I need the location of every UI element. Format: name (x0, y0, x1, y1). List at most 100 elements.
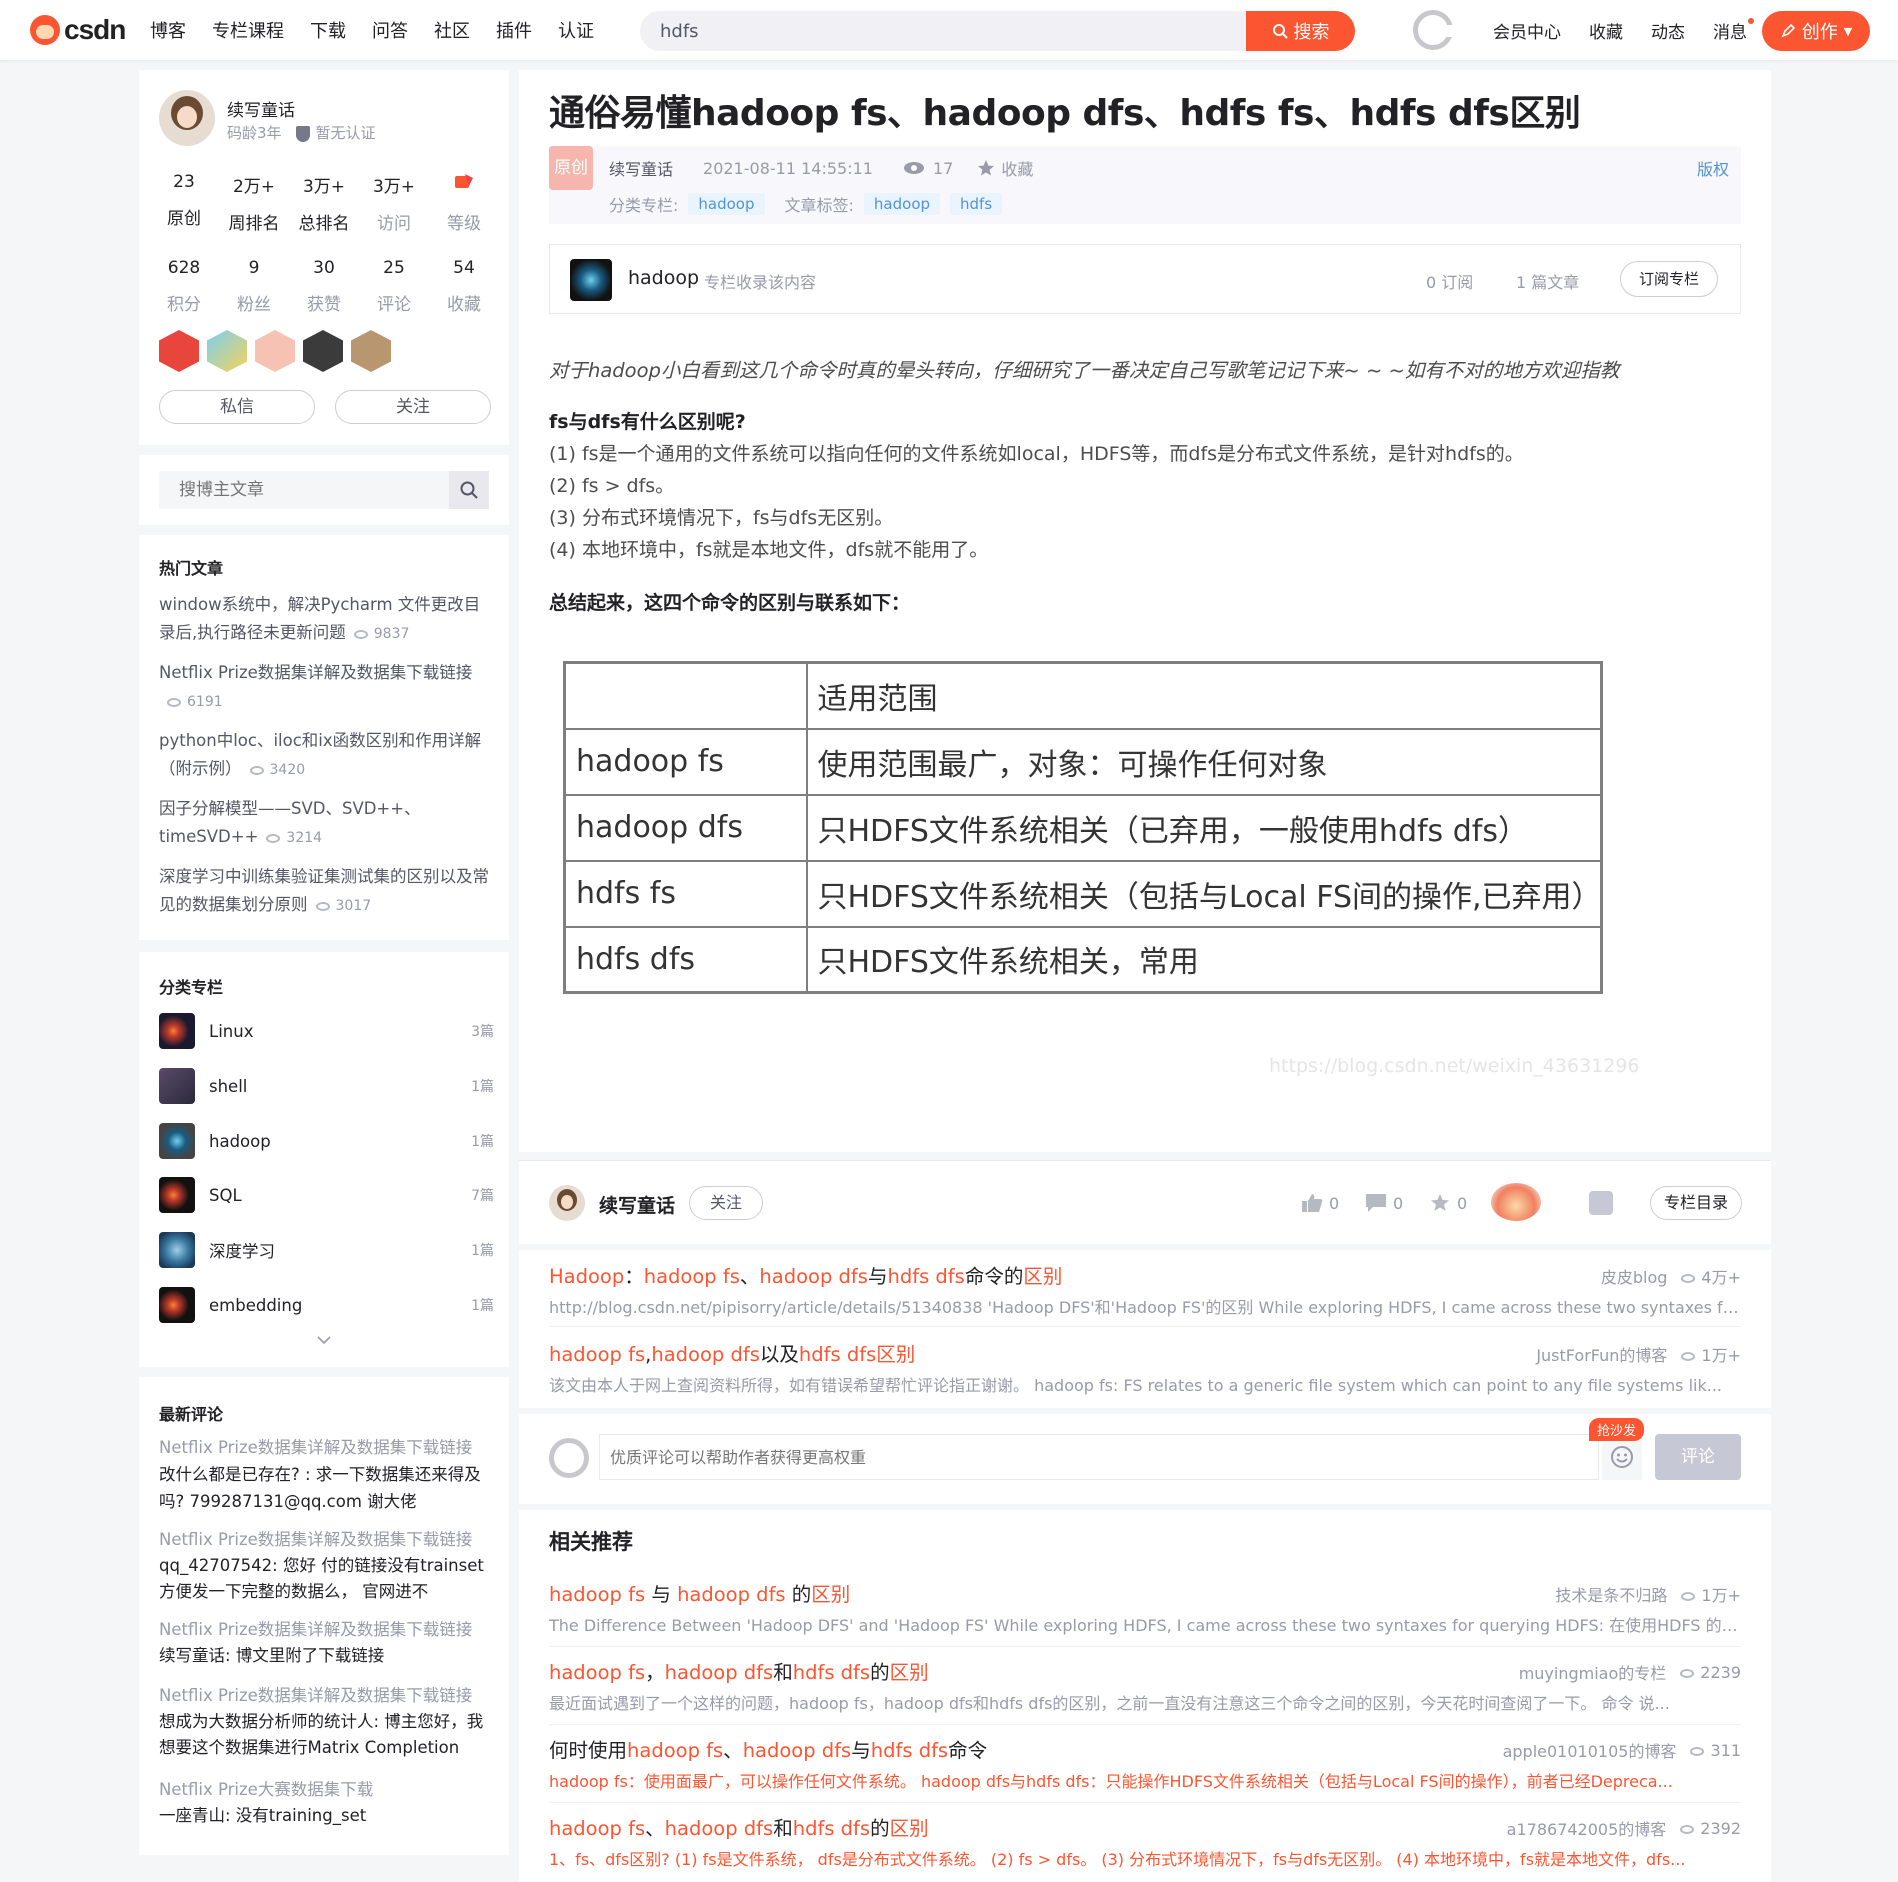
hot-article-item[interactable]: Netflix Prize数据集详解及数据集下载链接 6191 (159, 659, 494, 716)
article-intro: 对于hadoop小白看到这几个命令时真的晕头转向，仔细研究了一番决定自己写歌笔记… (549, 359, 1620, 382)
link-vip-center[interactable]: 会员中心 (1493, 18, 1561, 43)
search-button[interactable]: 搜索 (1246, 11, 1355, 51)
eye-icon (249, 765, 264, 775)
comment-item[interactable]: Netflix Prize大赛数据集下载 一座青山: 没有training_set (159, 1777, 499, 1829)
badge-icon[interactable] (351, 330, 391, 372)
nav-certification[interactable]: 认证 (558, 17, 594, 43)
column-item-shell[interactable]: shell 1篇 (159, 1067, 494, 1105)
link-activity[interactable]: 动态 (1651, 18, 1685, 43)
badge-icon[interactable] (159, 330, 199, 372)
submit-comment-button[interactable]: 评论 (1655, 1434, 1741, 1480)
column-article-count: 1 篇文章 (1516, 273, 1580, 292)
author-name[interactable]: 续写童话 (227, 96, 295, 121)
comment-item[interactable]: Netflix Prize数据集详解及数据集下载链接 改什么都是已存在? : 求一… (159, 1435, 499, 1515)
link-messages[interactable]: 消息 (1713, 17, 1754, 43)
column-item-deep-learning[interactable]: 深度学习 1篇 (159, 1231, 494, 1269)
nav-qa[interactable]: 问答 (372, 17, 408, 43)
code-age: 码龄3年 (227, 124, 282, 142)
category-tag[interactable]: hadoop (688, 193, 765, 215)
recommend-item[interactable]: hadoop fs、hadoop dfs和hdfs dfs的区别 a178674… (549, 1802, 1741, 1880)
stat-label: 等级 (447, 214, 481, 234)
blog-search-input[interactable] (159, 471, 449, 509)
share-icon[interactable] (1589, 1191, 1613, 1215)
subscribe-column-button[interactable]: 订阅专栏 (1620, 261, 1718, 297)
author-avatar[interactable] (549, 1185, 585, 1221)
badge-icon[interactable] (255, 330, 295, 372)
expand-chevron-icon[interactable] (314, 1332, 334, 1352)
follow-button[interactable]: 关注 (335, 390, 491, 424)
column-item-hadoop[interactable]: hadoop 1篇 (159, 1122, 494, 1160)
favorite-link[interactable]: 收藏 (977, 156, 1033, 180)
nav-community[interactable]: 社区 (434, 17, 470, 43)
create-button[interactable]: 创作 ▼ (1762, 11, 1870, 51)
column-item-linux[interactable]: Linux 3篇 (159, 1012, 494, 1050)
comment-item[interactable]: Netflix Prize数据集详解及数据集下载链接 续写童话: 博文里附了下载链… (159, 1617, 499, 1669)
hot-article-item[interactable]: 因子分解模型——SVD、SVD++、timeSVD++ 3214 (159, 795, 494, 852)
related-item[interactable]: hadoop fs,hadoop dfs以及hdfs dfs区别 JustFor… (549, 1328, 1741, 1406)
column-item-sql[interactable]: SQL 7篇 (159, 1176, 494, 1214)
related-desc: 该文由本人于网上查阅资料所得，如有错误希望帮忙评论指正谢谢。 hadoop fs… (549, 1376, 1722, 1395)
stat-original[interactable]: 23 原创 (150, 172, 218, 234)
private-message-button[interactable]: 私信 (159, 390, 315, 424)
csdn-logo[interactable]: csdn (30, 14, 126, 46)
comment-button[interactable]: 0 (1365, 1193, 1403, 1213)
search-input[interactable] (660, 11, 1240, 51)
favorite-button[interactable]: 0 (1429, 1193, 1467, 1213)
highlight-text: hdfs dfs (870, 1739, 949, 1762)
recommend-item[interactable]: hadoop fs，hadoop dfs和hdfs dfs的区别 muyingm… (549, 1646, 1741, 1724)
column-box-thumbnail[interactable] (570, 259, 612, 301)
author-avatar[interactable] (159, 90, 215, 146)
column-item-embedding[interactable]: embedding 1篇 (159, 1286, 494, 1324)
view-count-value: 3420 (269, 762, 306, 778)
recommend-source: 技术是条不归路 (1555, 1586, 1668, 1605)
table-cell: 使用范围最广，对象：可操作任何对象 (805, 727, 1603, 796)
nav-courses[interactable]: 专栏课程 (212, 17, 284, 43)
eye-icon (1681, 1352, 1696, 1361)
nav-plugins[interactable]: 插件 (496, 17, 532, 43)
nav-download[interactable]: 下载 (310, 17, 346, 43)
view-count: 3420 (249, 762, 306, 778)
follow-button[interactable]: 关注 (689, 1186, 763, 1220)
favorite-count: 0 (1457, 1193, 1468, 1213)
highlight-text: hadoop dfs (742, 1739, 852, 1762)
hot-article-item[interactable]: 深度学习中训练集验证集测试集的区别以及常见的数据集划分原则 3017 (159, 863, 494, 920)
reward-icon[interactable] (1491, 1183, 1541, 1221)
copyright-link[interactable]: 版权 (1697, 156, 1729, 180)
blog-search-button[interactable] (449, 471, 489, 509)
column-catalog-button[interactable]: 专栏目录 (1650, 1186, 1742, 1220)
comment-item[interactable]: Netflix Prize数据集详解及数据集下载链接 qq_42707542: 您… (159, 1527, 499, 1605)
comment-input[interactable] (599, 1434, 1599, 1480)
author-name[interactable]: 续写童话 (599, 1191, 675, 1218)
nav-blog[interactable]: 博客 (150, 17, 186, 43)
table-cell (563, 661, 808, 730)
recommend-item[interactable]: hadoop fs 与 hadoop dfs 的区别 技术是条不归路 1万+ Th… (549, 1568, 1741, 1646)
related-item[interactable]: Hadoop：hadoop fs、hadoop dfs与hdfs dfs命令的区… (549, 1250, 1741, 1328)
article-tag[interactable]: hdfs (950, 193, 1003, 215)
title-text: 的 (870, 1817, 890, 1840)
stat-weekly-rank[interactable]: 2万+ 周排名 (220, 172, 288, 234)
related-title: hadoop fs,hadoop dfs以及hdfs dfs区别 (549, 1338, 915, 1367)
stat-level[interactable]: 等级 (430, 172, 498, 234)
badge-icon[interactable] (303, 330, 343, 372)
article-tag[interactable]: hadoop (863, 193, 941, 215)
title-text: ， (645, 1661, 665, 1684)
article-meta: 原创 续写童话 2021-08-11 14:55:11 17 收藏 分类专栏: … (549, 146, 1741, 224)
like-button[interactable]: 0 (1301, 1193, 1339, 1213)
level-icon (430, 172, 498, 197)
stat-value: 23 (173, 172, 195, 192)
recommend-item[interactable]: 何时使用hadoop fs、hadoop dfs与hdfs dfs命令 appl… (549, 1724, 1741, 1802)
badge-icon[interactable] (207, 330, 247, 372)
user-avatar[interactable] (1413, 10, 1454, 50)
hot-article-item[interactable]: window系统中，解决Pycharm 文件更改目录后,执行路径未更新问题 983… (159, 591, 494, 648)
recommend-meta: apple01010105的博客 311 (1503, 1738, 1741, 1762)
stat-label: 周排名 (228, 214, 280, 234)
link-favorites[interactable]: 收藏 (1589, 18, 1623, 43)
stat-points: 628 积分 (150, 258, 218, 315)
stat-total-rank[interactable]: 3万+ 总排名 (290, 172, 358, 234)
column-box-name[interactable]: hadoop (628, 267, 699, 289)
eye-icon (315, 901, 330, 911)
hot-article-item[interactable]: python中loc、iloc和ix函数区别和作用详解（附示例） 3420 (159, 727, 494, 784)
article-author[interactable]: 续写童话 (609, 156, 673, 180)
comment-item[interactable]: Netflix Prize数据集详解及数据集下载链接 想成为大数据分析师的统计人:… (159, 1683, 499, 1761)
highlight-text: hadoop dfs (759, 1265, 868, 1288)
